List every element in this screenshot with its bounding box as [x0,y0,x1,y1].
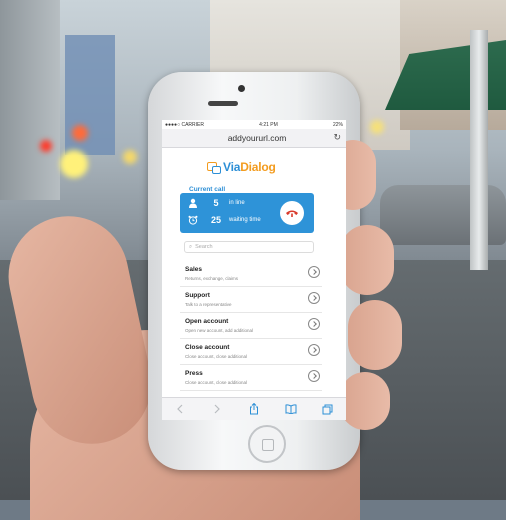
address-bar[interactable]: addyoururl.com ↻ [162,129,346,148]
waiting-time-value: 25 [210,215,221,225]
search-icon: ⌕ [189,243,193,250]
battery-label: 22% [332,121,343,128]
tabs-icon[interactable] [321,402,335,416]
bookmarks-icon[interactable] [284,402,298,416]
carrier-label: ●●●●○ CARRIER [165,121,204,128]
hangup-phone-icon [286,210,298,217]
list-item-subtitle: Talk to a representative [185,302,232,307]
current-call-card: 5 in line 25 waiting time [180,193,314,233]
bokeh-light [370,120,384,134]
hangup-button[interactable] [280,201,304,225]
waiting-time-label: waiting time [229,217,261,223]
chevron-right-icon[interactable] [308,318,320,330]
search-placeholder: Search [195,244,213,250]
logo-text: ViaDialog [223,160,276,174]
in-line-row: 5 in line [188,198,245,208]
share-icon[interactable] [247,402,261,416]
alarm-clock-icon [188,215,198,225]
chevron-right-icon[interactable] [308,370,320,382]
options-list: Sales Returns, exchange, claims Support … [180,261,322,391]
search-input[interactable]: ⌕ Search [184,241,314,253]
list-item-open-account[interactable]: Open account Open new account, add addit… [180,313,322,339]
phone-screen: ●●●●○ CARRIER 4:21 PM 22% addyoururl.com… [162,120,346,420]
logo-dialog: Dialog [240,160,276,174]
viadialog-logo: ViaDialog [207,160,276,174]
list-item-title: Close account [185,344,230,351]
list-item-press[interactable]: Press Close account, close additional [180,365,322,391]
in-line-count: 5 [213,198,219,208]
chevron-right-icon[interactable] [308,344,320,356]
list-item-title: Sales [185,266,202,273]
bokeh-light [60,150,88,178]
front-camera [238,85,245,92]
finger [340,225,394,295]
list-item-sales[interactable]: Sales Returns, exchange, claims [180,261,322,287]
building [0,0,60,200]
list-item-title: Press [185,370,203,377]
status-bar: ●●●●○ CARRIER 4:21 PM 22% [162,120,346,129]
browser-toolbar [162,397,346,420]
in-line-label: in line [229,200,245,206]
list-item-subtitle: Returns, exchange, claims [185,276,239,281]
chevron-right-icon[interactable] [308,266,320,278]
forward-icon[interactable] [210,402,224,416]
clock: 4:21 PM [259,121,278,128]
list-item-title: Support [185,292,210,299]
logo-via: Via [223,160,241,174]
current-call-title: Current call [189,186,226,193]
list-item-subtitle: Close account, close additional [185,380,248,385]
finger [340,372,390,430]
pole [470,30,488,270]
chevron-right-icon[interactable] [308,292,320,304]
list-item-subtitle: Open new account, add additional [185,328,254,333]
chat-bubbles-icon [207,161,221,174]
bokeh-light [72,125,88,141]
list-item-support[interactable]: Support Talk to a representative [180,287,322,313]
waiting-time-row: 25 waiting time [188,215,261,225]
finger [348,300,402,370]
bokeh-light [40,140,52,152]
speaker [208,101,238,106]
list-item-close-account[interactable]: Close account Close account, close addit… [180,339,322,365]
list-item-subtitle: Close account, close additional [185,354,248,359]
list-item-title: Open account [185,318,229,325]
person-icon [189,198,197,208]
bokeh-light [123,150,137,164]
reload-icon[interactable]: ↻ [333,132,341,143]
home-button[interactable] [248,425,286,463]
url-text[interactable]: addyoururl.com [202,133,312,143]
back-icon[interactable] [173,402,187,416]
